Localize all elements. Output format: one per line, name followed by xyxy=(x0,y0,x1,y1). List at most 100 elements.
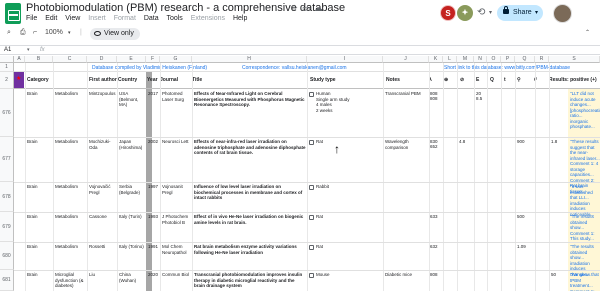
share-caret-icon[interactable]: ▾ xyxy=(535,9,538,16)
cell-study-type[interactable]: Rat xyxy=(316,214,382,220)
column-header-n[interactable]: N xyxy=(474,56,487,63)
column-header-p[interactable]: P xyxy=(501,56,515,63)
cell-reference[interactable]: A1 xyxy=(4,47,11,53)
cell-subcategory[interactable]: Metabolism xyxy=(55,184,87,190)
cell-notes[interactable]: Diabetic mice xyxy=(385,272,429,278)
menu-file[interactable]: File xyxy=(26,15,37,22)
cell-author[interactable]: Cassone xyxy=(89,214,117,220)
menu-help[interactable]: Help xyxy=(233,15,247,22)
cell-sessions[interactable]: 1.09 xyxy=(517,244,535,250)
column-header-o[interactable]: O xyxy=(487,56,501,63)
cell-subcategory[interactable]: Metabolism xyxy=(55,214,87,220)
column-header-r[interactable]: R xyxy=(535,56,549,63)
cell-study-type[interactable]: Mouse xyxy=(316,272,382,278)
column-header-d[interactable]: D xyxy=(87,56,117,63)
cell-wavelength-2[interactable]: 652 xyxy=(430,144,443,150)
row-header[interactable]: 677 xyxy=(0,137,14,182)
cell-author[interactable]: Mochizuki-Oda xyxy=(89,139,117,150)
cell-results[interactable]: "We show that tPBM treatment... Comment … xyxy=(570,272,600,291)
move-folder-icon[interactable]: ▭ xyxy=(302,3,311,14)
cell-title[interactable]: Effects of Near-Infrared Light on Cerebr… xyxy=(194,91,306,108)
column-header-i[interactable]: I xyxy=(307,56,383,63)
collapse-toolbar-icon[interactable]: ⌃ xyxy=(585,29,590,36)
column-header-e[interactable]: E xyxy=(117,56,146,63)
cell-notes[interactable]: Transcranial PBM xyxy=(385,91,429,97)
cell-journal[interactable]: J Photochem Photobiol B xyxy=(162,214,192,225)
column-header-a[interactable]: A xyxy=(14,56,25,63)
cell-energy[interactable]: 4.8 xyxy=(459,139,474,145)
cell-journal[interactable]: Vojnosanit Pregl xyxy=(162,184,192,195)
cell-year[interactable]: 1997 xyxy=(148,184,160,190)
collaborator-avatar-2[interactable]: ✦ xyxy=(457,5,473,21)
checkbox-icon[interactable] xyxy=(309,215,314,220)
correspondence-text[interactable]: Correspondence: vallsu.heiskanen@gmail.c… xyxy=(242,65,347,71)
cell-count[interactable]: 50 xyxy=(551,272,568,278)
column-header-j[interactable]: J xyxy=(383,56,429,63)
cell-title[interactable]: Transcranial photobiomodulation improves… xyxy=(194,272,306,289)
checkbox-icon[interactable] xyxy=(309,185,314,190)
column-header-g[interactable]: G xyxy=(160,56,192,63)
row-header[interactable]: 1 xyxy=(0,63,14,72)
cell-study-type[interactable]: Rat xyxy=(316,244,382,250)
column-header-k[interactable]: K xyxy=(429,56,443,63)
star-icon[interactable]: ☆ xyxy=(290,3,298,14)
cell-sessions[interactable]: 900 xyxy=(517,139,535,145)
cell-results[interactable]: "The results obtained show... Comment 1:… xyxy=(570,214,600,242)
user-avatar[interactable] xyxy=(553,4,572,23)
cell-journal[interactable]: Neurosci Lett xyxy=(162,139,192,145)
cell-q-2[interactable]: 8.5 xyxy=(476,96,487,102)
cell-journal[interactable]: Mol Chem Neuropathol xyxy=(162,244,192,255)
view-only-badge[interactable]: View only xyxy=(90,28,140,40)
short-link-text[interactable]: Short link to this database: www.bitly.c… xyxy=(444,65,570,71)
collaborator-avatar[interactable]: S xyxy=(440,5,456,21)
column-header-m[interactable]: M xyxy=(457,56,474,63)
row-header[interactable]: 676 xyxy=(0,89,14,137)
cell-category[interactable]: Brain xyxy=(27,244,53,250)
print-icon[interactable]: ⎙ xyxy=(20,29,26,37)
cell-subcategory[interactable]: Metabolism xyxy=(55,139,87,145)
column-header-c[interactable]: C xyxy=(53,56,87,63)
cell-title[interactable]: Rat brain metabolism enzyme activity var… xyxy=(194,244,306,255)
cell-study-type[interactable]: Human Single arm study 4 males 2 weeks xyxy=(316,91,382,113)
cell-country[interactable]: China (Wuhan) xyxy=(119,272,145,283)
checkbox-icon[interactable] xyxy=(309,245,314,250)
cell-author[interactable]: Rossetti xyxy=(89,244,117,250)
cell-subcategory[interactable]: Metabolism xyxy=(55,244,87,250)
cell-results[interactable]: "It was established that LLI... irradiat… xyxy=(570,184,600,217)
column-header-q[interactable]: Q xyxy=(515,56,535,63)
cell-journal[interactable]: Commun Biol xyxy=(162,272,192,278)
cell-study-type[interactable]: Rat xyxy=(316,139,382,145)
history-caret-icon[interactable]: ▾ xyxy=(489,9,492,16)
cell-country[interactable]: Italy (Turin) xyxy=(119,214,145,220)
cell-author[interactable]: Vojnovačić Pregl xyxy=(89,184,117,195)
zoom-select[interactable]: 100% xyxy=(45,29,63,36)
row-header[interactable]: 679 xyxy=(0,212,14,242)
cell-year[interactable]: 2017 xyxy=(148,91,160,97)
sheet-grid[interactable]: A B C D E F G H I J K L M N O P Q R S 1 … xyxy=(0,56,600,291)
cell-category[interactable]: Brain xyxy=(27,139,53,145)
select-all-corner[interactable] xyxy=(0,56,14,63)
zoom-caret-icon[interactable]: ▾ xyxy=(68,30,71,36)
menu-view[interactable]: View xyxy=(65,15,80,22)
cell-journal[interactable]: Photomed Laser Surg xyxy=(162,91,192,102)
cell-year[interactable]: 1991 xyxy=(148,244,160,250)
row-header[interactable]: 678 xyxy=(0,182,14,212)
row-header[interactable]: 681 xyxy=(0,270,14,291)
column-header-l[interactable]: L xyxy=(443,56,457,63)
cell-sessions[interactable]: 500 xyxy=(517,214,535,220)
cell-country[interactable]: USA (Belmont, MA) xyxy=(119,91,145,108)
cell-study-type[interactable]: Rabbit xyxy=(316,184,382,190)
cell-results[interactable]: "LLT did not induce acute changes... [ph… xyxy=(570,91,600,130)
menu-edit[interactable]: Edit xyxy=(45,15,57,22)
checkbox-icon[interactable] xyxy=(309,273,314,278)
cell-ref-caret-icon[interactable]: ▾ xyxy=(27,47,30,53)
cell-country[interactable]: Serbia (Belgrade) xyxy=(119,184,145,195)
column-header-b[interactable]: B xyxy=(25,56,53,63)
cloud-status-icon[interactable]: ☁ xyxy=(314,3,323,14)
menu-insert[interactable]: Insert xyxy=(88,15,106,22)
cell-year[interactable]: 2020 xyxy=(148,272,160,278)
cell-category[interactable]: Brain xyxy=(27,272,53,278)
menu-data[interactable]: Data xyxy=(144,15,159,22)
column-header-h[interactable]: H xyxy=(192,56,307,63)
menu-extensions[interactable]: Extensions xyxy=(191,15,225,22)
